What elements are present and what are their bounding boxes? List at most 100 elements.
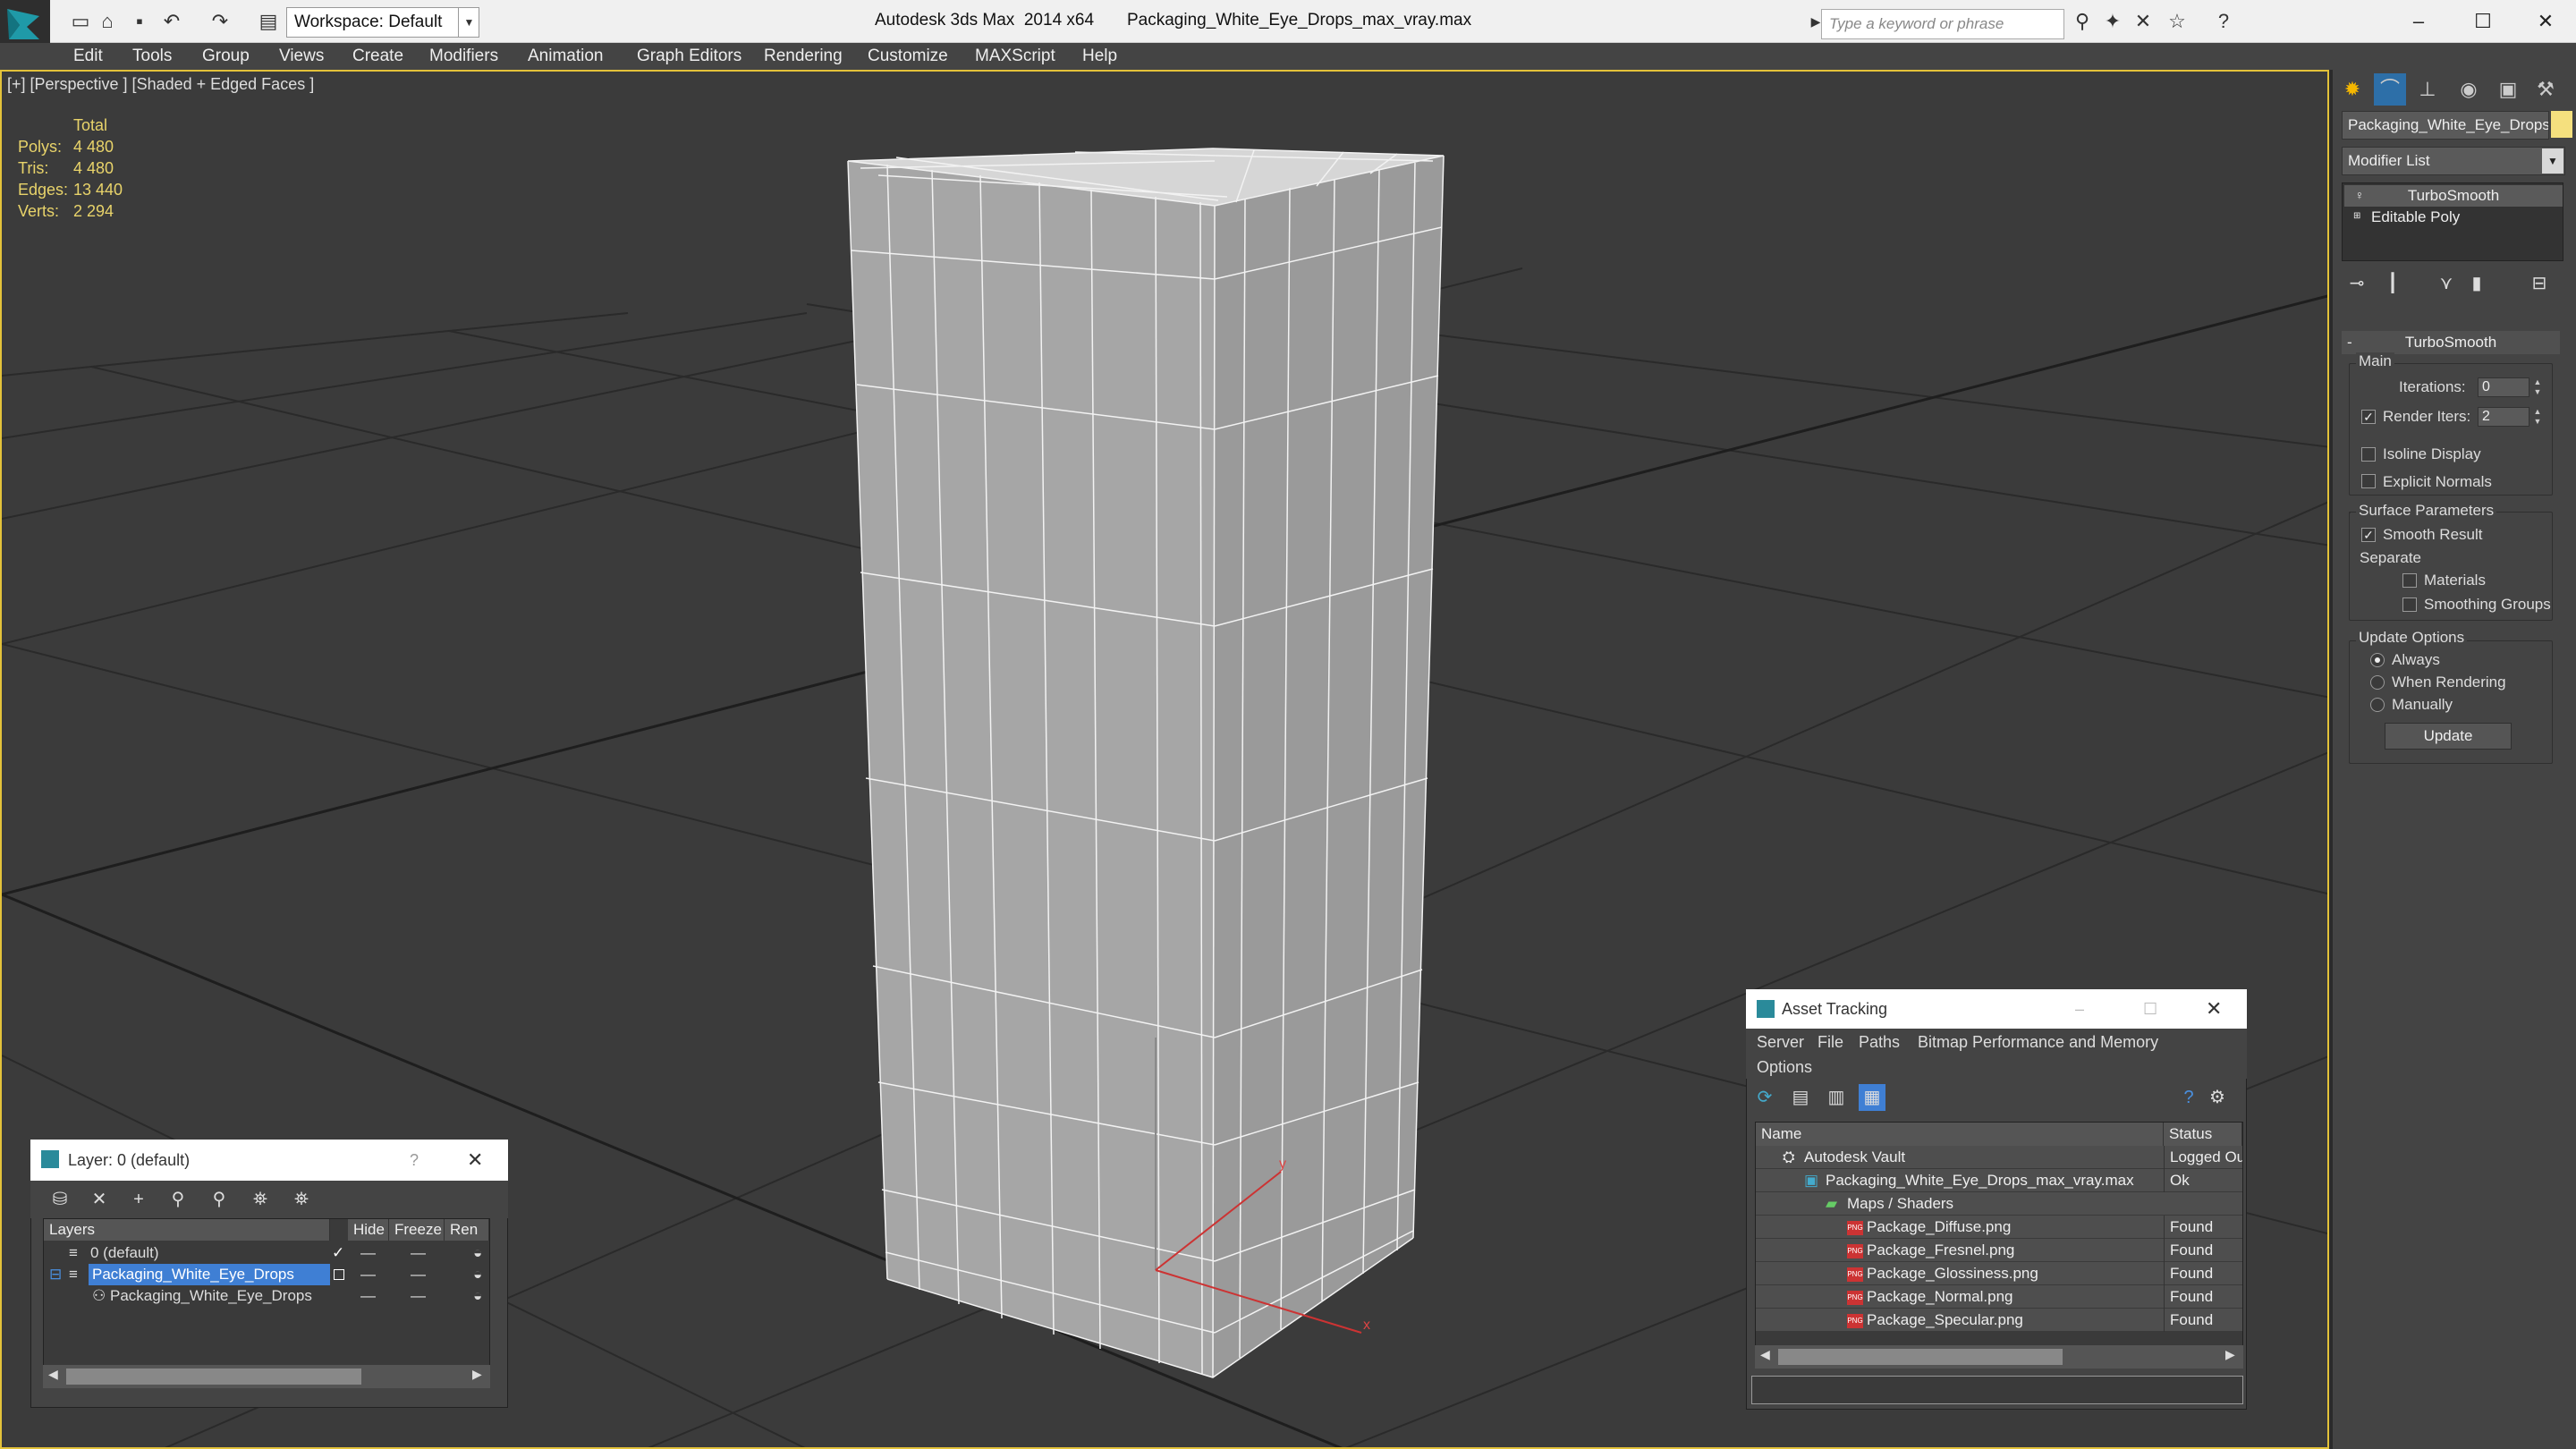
asset-row[interactable]: PNG Package_Fresnel.png Found	[1756, 1239, 2242, 1262]
pin-stack-icon[interactable]: ⊸	[2342, 268, 2372, 299]
layer-freeze-toggle[interactable]: —	[411, 1264, 426, 1285]
render-teapot-icon[interactable]: ◒	[473, 1285, 482, 1307]
asset-row[interactable]: PNG Package_Normal.png Found	[1756, 1285, 2242, 1309]
menu-file[interactable]: File	[1818, 1030, 1843, 1054]
configure-modifier-sets-icon[interactable]: ⊟	[2524, 268, 2555, 299]
object-color-swatch[interactable]	[2551, 111, 2572, 138]
detail-view-icon[interactable]: ▥	[1823, 1084, 1850, 1111]
favorites-star-icon[interactable]: ☆	[2163, 7, 2191, 36]
chevron-down-icon[interactable]: ▼	[458, 7, 479, 38]
maximize-button[interactable]: ☐	[2143, 989, 2157, 1029]
freeze-all-layers-icon[interactable]: ⛯	[288, 1186, 315, 1213]
hierarchy-tab-icon[interactable]: ⊥	[2411, 73, 2444, 106]
object-name-field[interactable]: Packaging_White_Eye_Drops	[2342, 111, 2549, 140]
current-layer-check-icon[interactable]: ✓	[332, 1242, 344, 1264]
maximize-button[interactable]: ☐	[2458, 4, 2508, 39]
menu-customize[interactable]: Customize	[868, 43, 948, 70]
layer-hide-toggle[interactable]: —	[360, 1242, 376, 1264]
layer-freeze-toggle[interactable]: —	[411, 1242, 426, 1264]
minimize-button[interactable]: –	[2075, 989, 2084, 1029]
viewport-label[interactable]: [+] [Perspective ] [Shaded + Edged Faces…	[7, 75, 314, 94]
asset-tracking-titlebar[interactable]: Asset Tracking – ☐ ✕	[1746, 989, 2247, 1029]
stack-item-turbosmooth[interactable]: ♀ TurboSmooth	[2344, 185, 2563, 207]
scrollbar-thumb[interactable]	[66, 1368, 361, 1385]
scroll-left-icon[interactable]: ◀	[1760, 1347, 1770, 1362]
binoculars-icon[interactable]: ⚲	[2068, 7, 2097, 36]
highlight-selected-icon[interactable]: ⚲	[206, 1186, 233, 1213]
menu-bitmap-performance[interactable]: Bitmap Performance and Memory	[1918, 1030, 2158, 1054]
list-view-icon[interactable]: ▤	[1787, 1084, 1814, 1111]
menu-maxscript[interactable]: MAXScript	[975, 43, 1055, 70]
asset-path-field[interactable]	[1751, 1376, 2243, 1404]
update-button[interactable]: Update	[2385, 723, 2512, 750]
subscription-icon[interactable]: ✦	[2098, 7, 2127, 36]
refresh-icon[interactable]: ⟳	[1751, 1084, 1778, 1111]
utilities-tab-icon[interactable]: ⚒	[2529, 73, 2562, 106]
column-freeze[interactable]: Freeze	[389, 1219, 445, 1241]
menu-options[interactable]: Options	[1757, 1055, 1812, 1079]
collapse-icon[interactable]: ⊟	[49, 1264, 62, 1285]
scroll-right-icon[interactable]: ▶	[2225, 1347, 2235, 1362]
rollout-header[interactable]: - TurboSmooth	[2342, 331, 2560, 354]
menu-group[interactable]: Group	[202, 43, 250, 70]
render-iters-checkbox[interactable]: ✓	[2361, 410, 2376, 424]
close-icon[interactable]: ✕	[467, 1140, 483, 1181]
expand-plus-icon[interactable]: ⊞	[2353, 210, 2366, 223]
smooth-result-checkbox[interactable]: ✓	[2361, 528, 2376, 542]
render-iters-spinner[interactable]: 2	[2478, 407, 2529, 427]
spinner-arrows-icon[interactable]: ▲ ▼	[2531, 407, 2544, 427]
explicit-normals-checkbox[interactable]	[2361, 474, 2376, 488]
layer-row-selected[interactable]: ⊟ ≡ Packaging_White_Eye_Drops — — ◒	[44, 1264, 489, 1285]
communication-icon[interactable]: ✕	[2129, 7, 2157, 36]
scrollbar-thumb[interactable]	[1778, 1349, 2063, 1365]
delete-layer-icon[interactable]: ✕	[86, 1186, 113, 1213]
close-icon[interactable]: ✕	[2206, 989, 2222, 1029]
menu-tools[interactable]: Tools	[132, 43, 172, 70]
modify-tab-icon[interactable]: ⌒	[2374, 73, 2406, 106]
close-button[interactable]: ✕	[2521, 4, 2571, 39]
select-highlighted-icon[interactable]: ⚲	[165, 1186, 191, 1213]
project-folder-icon[interactable]: ▤	[254, 7, 283, 36]
column-layers[interactable]: Layers	[44, 1219, 330, 1241]
layer-horizontal-scrollbar[interactable]: ◀ ▶	[43, 1365, 490, 1388]
menu-views[interactable]: Views	[279, 43, 324, 70]
minimize-button[interactable]: –	[2394, 4, 2444, 39]
update-always-radio[interactable]	[2370, 653, 2385, 667]
vault-settings-icon[interactable]: ⚙	[2204, 1084, 2231, 1111]
undo-icon[interactable]: ↶	[157, 7, 186, 36]
menu-edit[interactable]: Edit	[73, 43, 103, 70]
help-button[interactable]: ?	[410, 1140, 419, 1181]
scroll-left-icon[interactable]: ◀	[48, 1367, 58, 1382]
help-icon[interactable]: ?	[2175, 1084, 2202, 1111]
column-hide[interactable]: Hide	[348, 1219, 389, 1241]
column-name[interactable]: Name	[1756, 1123, 2164, 1146]
menu-server[interactable]: Server	[1757, 1030, 1804, 1054]
redo-icon[interactable]: ↷	[206, 7, 234, 36]
asset-row[interactable]: PNG Package_Diffuse.png Found	[1756, 1216, 2242, 1239]
update-when-rendering-radio[interactable]	[2370, 675, 2385, 690]
create-tab-icon[interactable]: ✹	[2336, 73, 2368, 106]
make-unique-icon[interactable]: ⋎	[2431, 268, 2462, 299]
column-render[interactable]: Ren	[445, 1219, 489, 1241]
stack-item-editable-poly[interactable]: ⊞ Editable Poly	[2344, 207, 2563, 228]
asset-row[interactable]: PNG Package_Glossiness.png Found	[1756, 1262, 2242, 1285]
update-manually-radio[interactable]	[2370, 698, 2385, 712]
menu-modifiers[interactable]: Modifiers	[429, 43, 498, 70]
layer-hide-toggle[interactable]: —	[360, 1264, 376, 1285]
add-to-layer-icon[interactable]: +	[125, 1186, 152, 1213]
save-icon[interactable]: ▪	[125, 7, 154, 36]
asset-horizontal-scrollbar[interactable]: ◀ ▶	[1755, 1345, 2243, 1368]
chevron-down-icon[interactable]: ▼	[2542, 148, 2563, 174]
object-row[interactable]: ⚇ Packaging_White_Eye_Drops — — ◒	[44, 1285, 489, 1307]
iterations-spinner[interactable]: 0	[2478, 377, 2529, 397]
remove-modifier-icon[interactable]: ▮	[2462, 268, 2492, 299]
menu-help[interactable]: Help	[1082, 43, 1117, 70]
motion-tab-icon[interactable]: ◉	[2453, 73, 2485, 106]
asset-row[interactable]: PNG Package_Specular.png Found	[1756, 1309, 2242, 1332]
new-file-icon[interactable]: ▭	[66, 7, 95, 36]
create-layer-icon[interactable]: ⛁	[47, 1186, 73, 1213]
asset-row[interactable]: ▣ Packaging_White_Eye_Drops_max_vray.max…	[1756, 1169, 2242, 1192]
layer-freeze-toggle[interactable]: —	[411, 1285, 426, 1307]
open-file-icon[interactable]: ⌂	[93, 7, 122, 36]
show-end-result-icon[interactable]: ┃	[2377, 268, 2408, 299]
